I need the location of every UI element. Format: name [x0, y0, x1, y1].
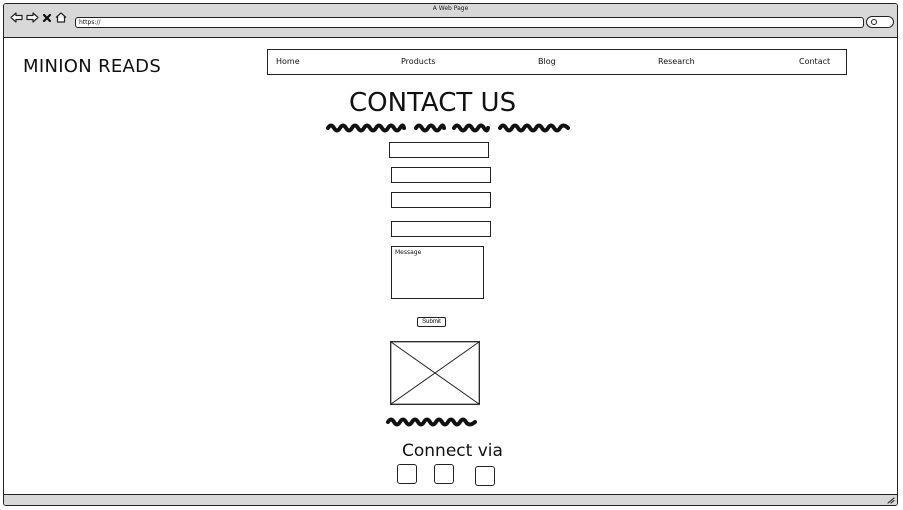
social-icon[interactable]	[434, 464, 454, 484]
close-icon[interactable]	[42, 13, 52, 23]
nav-item-blog[interactable]: Blog	[538, 57, 556, 66]
nav-item-research[interactable]: Research	[658, 57, 695, 66]
nav-item-products[interactable]: Products	[401, 57, 436, 66]
name-field[interactable]	[389, 142, 489, 158]
nav-item-home[interactable]: Home	[276, 57, 300, 66]
status-bar	[4, 494, 897, 505]
phone-field[interactable]	[391, 192, 491, 208]
message-textarea[interactable]: Message	[391, 246, 484, 299]
resize-grip-icon[interactable]	[887, 497, 895, 504]
image-caption-scribble	[386, 417, 477, 427]
subject-field[interactable]	[391, 221, 491, 237]
forward-arrow-icon[interactable]	[26, 12, 39, 23]
browser-window: A Web Page https:// MINION READS Home Pr…	[3, 3, 898, 506]
submit-button[interactable]: Submit	[417, 317, 446, 327]
email-field[interactable]	[391, 167, 491, 183]
subtitle-scribble	[326, 123, 570, 133]
home-icon[interactable]	[55, 12, 67, 23]
search-icon[interactable]	[866, 16, 894, 28]
page-title: CONTACT US	[349, 88, 517, 118]
url-bar[interactable]: https://	[75, 17, 864, 28]
connect-heading: Connect via	[402, 441, 503, 461]
social-icon[interactable]	[475, 466, 495, 486]
nav-item-contact[interactable]: Contact	[799, 57, 830, 66]
image-placeholder	[390, 341, 480, 405]
window-title: A Web Page	[432, 5, 469, 12]
social-icon[interactable]	[397, 464, 417, 484]
browser-chrome: A Web Page https://	[4, 4, 897, 38]
browser-nav-controls	[10, 12, 67, 23]
back-arrow-icon[interactable]	[10, 12, 23, 23]
main-navbar: Home Products Blog Research Contact	[267, 49, 847, 75]
brand-logo-text: MINION READS	[23, 56, 162, 77]
